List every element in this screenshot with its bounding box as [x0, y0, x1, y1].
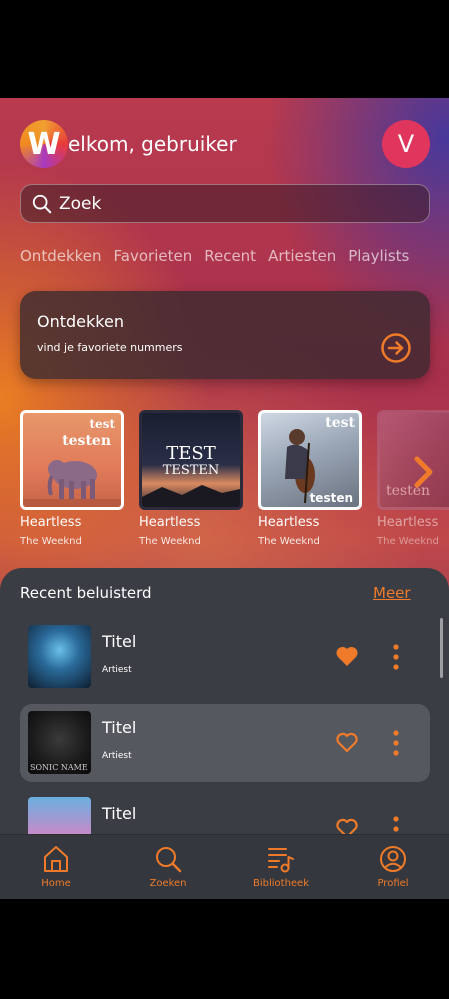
album-cover-text-bottom: testen — [62, 433, 111, 449]
track-title: Titel — [102, 804, 137, 823]
tab-artiesten[interactable]: Artiesten — [268, 247, 336, 265]
avatar-letter: V — [397, 130, 415, 158]
track-title: Titel — [102, 718, 137, 737]
list-item[interactable]: Titel Artiest — [20, 618, 430, 696]
arrow-right-circle-icon[interactable] — [380, 332, 412, 364]
discover-card-subtitle: vind je favoriete nummers — [37, 341, 183, 354]
more-vertical-icon[interactable] — [390, 644, 402, 670]
search-icon — [32, 194, 52, 213]
album-artist: The Weeknd — [258, 536, 320, 547]
category-tabs: Ontdekken Favorieten Recent Artiesten Pl… — [20, 247, 409, 265]
tab-favorieten[interactable]: Favorieten — [114, 247, 193, 265]
album-cover-text-bottom: TESTEN — [162, 463, 220, 478]
album-artist: The Weeknd — [20, 536, 82, 547]
track-thumbnail: SONIC NAME — [28, 711, 91, 774]
library-icon — [268, 848, 294, 873]
search-placeholder: Zoek — [59, 193, 102, 214]
more-link[interactable]: Meer — [373, 584, 411, 602]
nav-label: Home — [41, 878, 71, 889]
album-card[interactable]: TEST TESTEN Heartless The Weeknd — [139, 410, 243, 547]
discover-card-title: Ontdekken — [37, 312, 124, 331]
tab-playlists[interactable]: Playlists — [348, 247, 409, 265]
track-title: Titel — [102, 632, 137, 651]
album-artist: The Weeknd — [139, 536, 201, 547]
album-cover-text-bottom: testen — [309, 491, 353, 505]
nav-label: Zoeken — [149, 878, 187, 889]
chevron-right-icon[interactable] — [408, 454, 438, 490]
album-title: Heartless — [377, 515, 439, 530]
album-cover-text-top: test — [325, 415, 355, 431]
app-logo: W — [20, 120, 68, 168]
list-item[interactable]: SONIC NAME Titel Artiest — [20, 704, 430, 782]
album-title: Heartless — [139, 515, 201, 530]
album-title: Heartless — [20, 515, 82, 530]
bottom-nav: Home Zoeken Bibliotheek Profiel — [0, 834, 449, 899]
album-card[interactable]: test testen Heartless The Weeknd — [20, 410, 124, 547]
nav-search[interactable]: Zoeken — [128, 844, 208, 889]
nav-label: Bibliotheek — [252, 878, 309, 889]
heart-filled-icon[interactable] — [335, 645, 359, 667]
profile-icon — [380, 846, 406, 872]
album-cover: TEST TESTEN — [139, 410, 243, 510]
more-vertical-icon[interactable] — [390, 730, 402, 756]
search-input[interactable]: Zoek — [20, 184, 430, 223]
album-cover: test testen — [258, 410, 362, 510]
heart-outline-icon[interactable] — [335, 731, 359, 753]
logo-letter: W — [27, 126, 61, 162]
track-artist: Artiest — [102, 751, 132, 761]
nav-home[interactable]: Home — [16, 844, 96, 889]
discover-card[interactable]: Ontdekken vind je favoriete nummers — [20, 291, 430, 379]
thumbnail-text: SONIC NAME — [30, 763, 88, 772]
tab-recent[interactable]: Recent — [204, 247, 256, 265]
mountain-illustration — [142, 485, 240, 507]
album-carousel: test testen Heartless The Weeknd TEST TE… — [0, 410, 449, 560]
track-thumbnail — [28, 625, 91, 688]
album-card[interactable]: test testen Heartless The Weeknd — [258, 410, 362, 547]
track-artist: Artiest — [102, 665, 132, 675]
search-icon — [156, 847, 182, 873]
recent-title: Recent beluisterd — [20, 584, 152, 602]
album-artist: The Weeknd — [377, 536, 439, 547]
album-cover: test testen — [20, 410, 124, 510]
nav-library[interactable]: Bibliotheek — [241, 844, 321, 889]
album-cover-text-top: TEST — [166, 443, 216, 464]
avatar[interactable]: V — [382, 120, 430, 168]
app-screen: W elkom, gebruiker V Zoek Ontdekken Favo… — [0, 98, 449, 899]
welcome-text: elkom, gebruiker — [68, 132, 237, 156]
tab-ontdekken[interactable]: Ontdekken — [20, 247, 102, 265]
scrollbar[interactable] — [440, 618, 443, 678]
nav-profile[interactable]: Profiel — [353, 844, 433, 889]
album-title: Heartless — [258, 515, 320, 530]
album-cover-text-top: test — [89, 417, 115, 431]
nav-label: Profiel — [377, 878, 409, 889]
home-icon — [44, 846, 68, 872]
